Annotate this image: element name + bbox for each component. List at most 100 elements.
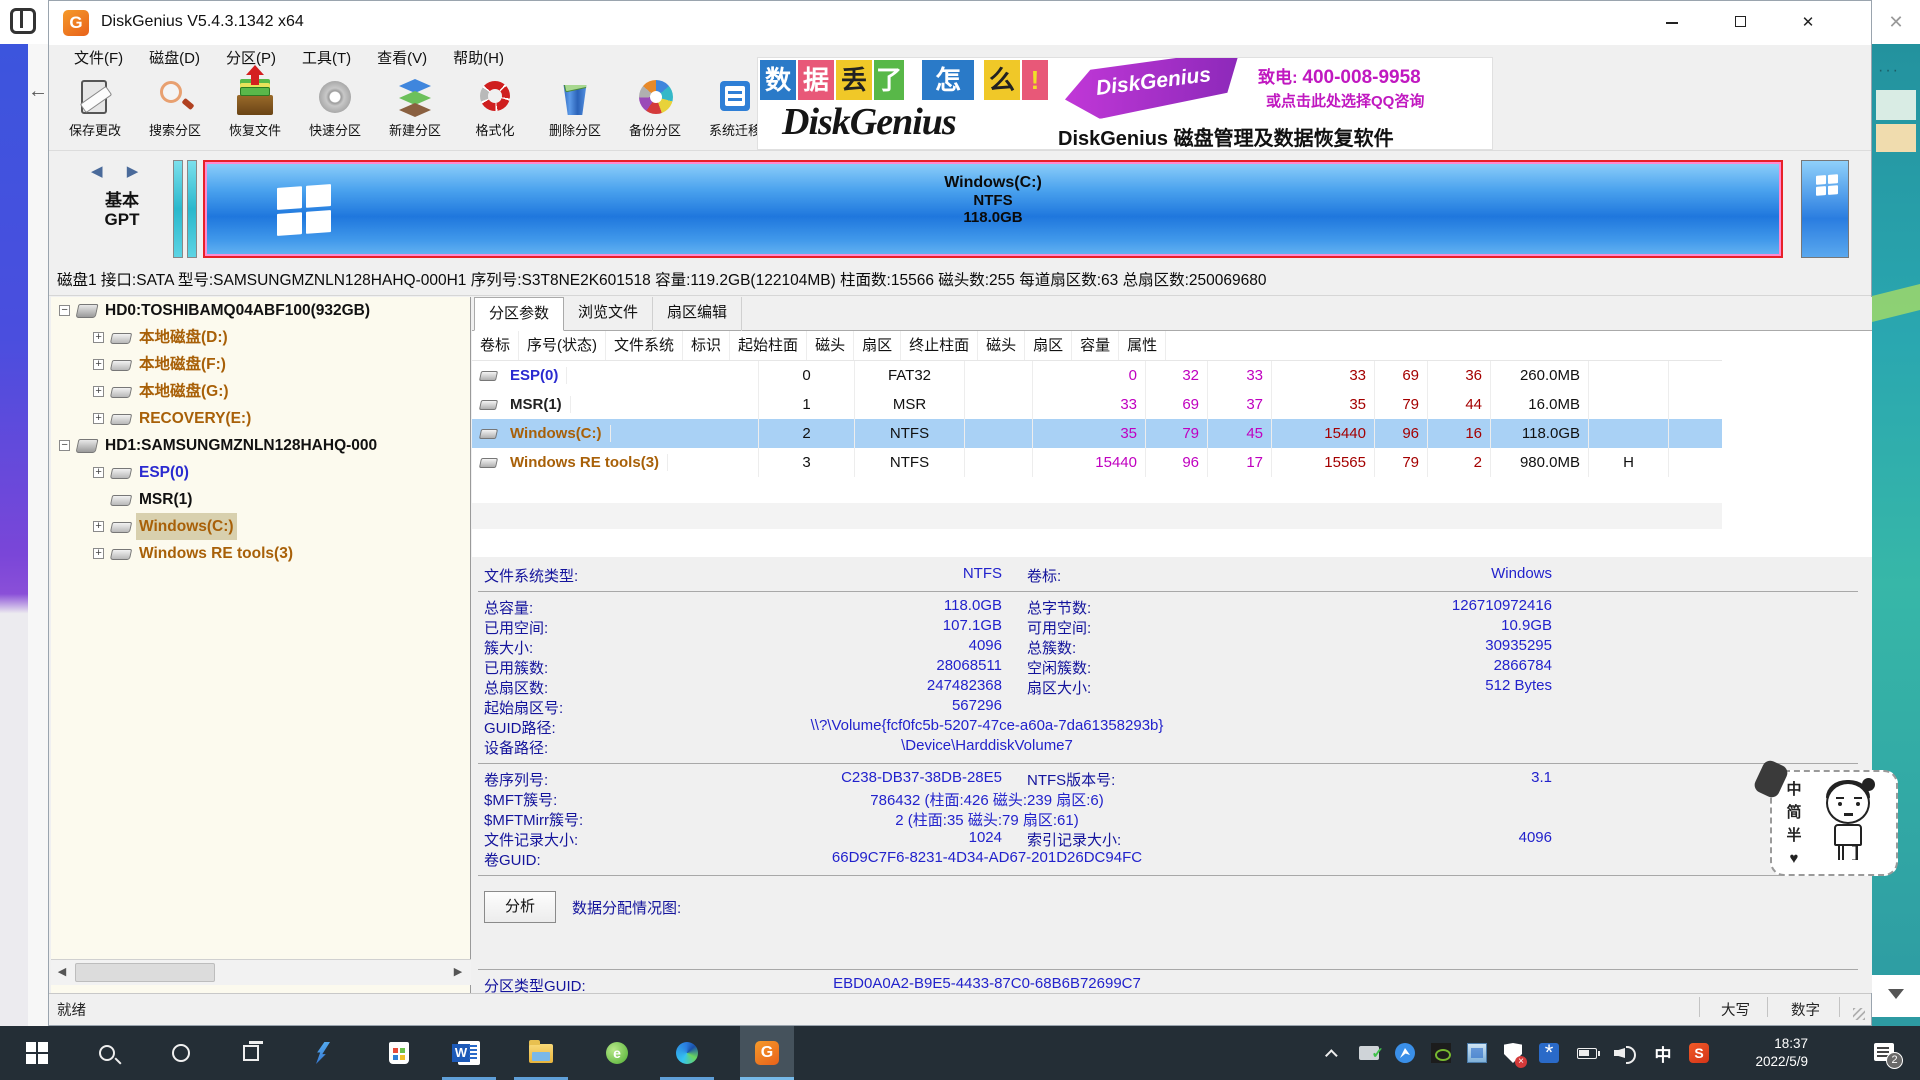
tray-snowflake-icon[interactable]: * [1532, 1026, 1566, 1080]
table-row[interactable]: ESP(0) 0 FAT32 0 32 33 33 69 36 260.0MB [472, 361, 1722, 390]
close-button[interactable]: ✕ [1779, 1, 1837, 45]
ad-qq-link[interactable]: 或点击此处选择QQ咨询 [1266, 90, 1424, 111]
toolbar-button[interactable]: 格式化 [455, 73, 535, 149]
tree-item[interactable]: MSR(1) [51, 486, 470, 513]
file-explorer-icon[interactable] [514, 1026, 568, 1080]
partition-windows-c[interactable]: Windows(C:) NTFS 118.0GB [203, 160, 1783, 258]
search-button[interactable] [80, 1026, 134, 1080]
table-header-cell[interactable]: 起始柱面 [730, 331, 807, 360]
tree-item[interactable]: RECOVERY(E:) [51, 405, 470, 432]
table-header-cell[interactable]: 容量 [1072, 331, 1119, 360]
toolbar-button[interactable]: 快速分区 [295, 73, 375, 149]
toolbar-button[interactable]: 保存更改 [55, 73, 135, 149]
scrollbar-thumb[interactable] [75, 963, 215, 982]
ime-mode-char[interactable]: ♥ [1784, 847, 1804, 870]
menu-item[interactable]: 文件(F) [61, 45, 136, 73]
partition-windows-re[interactable] [1801, 160, 1849, 258]
tab[interactable]: 扇区编辑 [653, 297, 742, 331]
tab[interactable]: 浏览文件 [564, 297, 653, 331]
ime-mode-char[interactable]: 中 [1784, 778, 1804, 801]
tab[interactable]: 分区参数 [474, 297, 564, 331]
toolbar-button[interactable]: 备份分区 [615, 73, 695, 149]
toolbar-button[interactable]: 新建分区 [375, 73, 455, 149]
tray-volume-icon[interactable] [1608, 1026, 1642, 1080]
tree-item[interactable]: HD1:SAMSUNGMZNLN128HAHQ-000 [51, 432, 470, 459]
edge-icon[interactable] [660, 1026, 714, 1080]
menu-item[interactable]: 帮助(H) [440, 45, 517, 73]
cortana-button[interactable] [154, 1026, 208, 1080]
tree-expander[interactable] [93, 467, 104, 478]
ad-banner[interactable]: 数据丢了怎么! DiskGenius DiskGenius 致电: 400-00… [757, 57, 1493, 150]
table-header-cell[interactable]: 标识 [683, 331, 730, 360]
tree-item[interactable]: Windows RE tools(3) [51, 540, 470, 567]
tray-printer-icon[interactable] [1352, 1026, 1386, 1080]
tree-item[interactable]: 本地磁盘(F:) [51, 351, 470, 378]
partition-strip-msr[interactable] [187, 160, 197, 258]
partition-strip-esp[interactable] [173, 160, 183, 258]
minimize-button[interactable] [1643, 1, 1701, 45]
ime-mode-char[interactable]: 简 [1784, 801, 1804, 824]
table-header-cell[interactable]: 序号(状态) [519, 331, 606, 360]
tray-intel-icon[interactable] [1460, 1026, 1494, 1080]
start-button[interactable] [10, 1026, 64, 1080]
tree-expander[interactable] [59, 305, 70, 316]
tree-item[interactable]: Windows(C:) [51, 513, 470, 540]
taskbar-clock[interactable]: 18:37 2022/5/9 [1722, 1026, 1808, 1080]
tree-expander[interactable] [59, 440, 70, 451]
toolbar-button[interactable]: 删除分区 [535, 73, 615, 149]
flash-app-icon[interactable] [296, 1026, 350, 1080]
title-bar[interactable]: G DiskGenius V5.4.3.1342 x64 ✕ [49, 1, 1871, 45]
table-row[interactable]: Windows(C:) 2 NTFS 35 79 45 15440 96 16 … [472, 419, 1722, 448]
table-header-cell[interactable]: 磁头 [978, 331, 1025, 360]
task-view-button[interactable] [224, 1026, 278, 1080]
table-header-cell[interactable]: 属性 [1119, 331, 1166, 360]
menu-item[interactable]: 磁盘(D) [136, 45, 213, 73]
tray-battery-icon[interactable] [1570, 1026, 1604, 1080]
partition-name: Windows(C:) [502, 425, 611, 442]
tray-security-icon[interactable]: × [1496, 1026, 1530, 1080]
tray-bird-icon[interactable] [1388, 1026, 1422, 1080]
background-scroll-button[interactable] [1872, 975, 1920, 1017]
tray-nvidia-icon[interactable] [1424, 1026, 1458, 1080]
table-row[interactable]: MSR(1) 1 MSR 33 69 37 35 79 44 16.0MB [472, 390, 1722, 419]
store-icon[interactable] [372, 1026, 426, 1080]
table-header-cell[interactable]: 扇区 [1025, 331, 1072, 360]
scroll-right-icon[interactable]: ▶ [447, 960, 469, 985]
table-header-cell[interactable]: 磁头 [807, 331, 854, 360]
tree-expander[interactable] [93, 413, 104, 424]
tree-expander[interactable] [93, 548, 104, 559]
tray-chevron-icon[interactable] [1316, 1026, 1350, 1080]
tree-item[interactable]: 本地磁盘(G:) [51, 378, 470, 405]
resize-grip[interactable] [1853, 1008, 1865, 1020]
word-icon[interactable] [442, 1026, 496, 1080]
ime-float-panel[interactable]: 中简半♥ [1770, 770, 1898, 876]
maximize-button[interactable] [1711, 1, 1769, 45]
tree-expander[interactable] [93, 332, 104, 343]
tray-ime-indicator[interactable]: 中 [1646, 1026, 1680, 1080]
browser-360-icon[interactable]: e [590, 1026, 644, 1080]
table-header-cell[interactable]: 文件系统 [606, 331, 683, 360]
analyze-button[interactable]: 分析 [484, 891, 556, 923]
table-row[interactable]: Windows RE tools(3) 3 NTFS 15440 96 17 1… [472, 448, 1722, 477]
tree-item[interactable]: HD0:TOSHIBAMQ04ABF100(932GB) [51, 297, 470, 324]
menu-item[interactable]: 工具(T) [289, 45, 364, 73]
cartoon-figure [1818, 780, 1888, 870]
tree-expander[interactable] [93, 359, 104, 370]
toolbar-button[interactable]: 搜索分区 [135, 73, 215, 149]
table-header-cell[interactable]: 扇区 [854, 331, 901, 360]
table-header-cell[interactable]: 卷标 [472, 331, 519, 360]
tree-item[interactable]: ESP(0) [51, 459, 470, 486]
toolbar-button[interactable]: 恢复文件 [215, 73, 295, 149]
scroll-left-icon[interactable]: ◀ [51, 960, 73, 985]
ime-mode-char[interactable]: 半 [1784, 824, 1804, 847]
tree-item[interactable]: 本地磁盘(D:) [51, 324, 470, 351]
disk-nav-arrows[interactable]: ◀ ▶ [91, 162, 161, 180]
tree-expander[interactable] [93, 521, 104, 532]
diskgenius-taskbar-icon[interactable]: G [740, 1026, 794, 1080]
tray-sogou-icon[interactable]: S [1682, 1026, 1716, 1080]
tree-expander[interactable] [93, 386, 104, 397]
notification-center-button[interactable]: 2 [1864, 1026, 1910, 1080]
tree-horizontal-scrollbar[interactable]: ◀ ▶ [51, 959, 471, 985]
menu-item[interactable]: 查看(V) [364, 45, 440, 73]
table-header-cell[interactable]: 终止柱面 [901, 331, 978, 360]
